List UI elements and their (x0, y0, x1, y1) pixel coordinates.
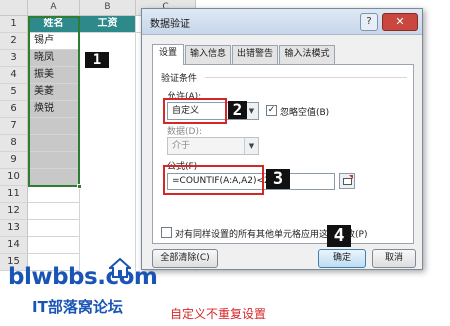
close-button[interactable]: ✕ (382, 13, 418, 31)
column-b-cells[interactable] (80, 33, 136, 271)
row-header[interactable]: 1 (0, 16, 28, 33)
help-button[interactable]: ? (360, 13, 378, 31)
row-header[interactable]: 2 (0, 33, 28, 50)
cell-a11[interactable] (28, 186, 80, 203)
cell-b1[interactable]: 工资 (80, 16, 136, 33)
data-select-value: 介于 (172, 141, 191, 151)
ignore-blank-checkbox[interactable]: ✓ (266, 105, 277, 116)
step-badge-3: 3 (266, 169, 290, 189)
dialog-title-bar[interactable]: 数据验证 ? ✕ (142, 9, 422, 35)
cell-a10[interactable] (28, 169, 80, 186)
cell-a3[interactable]: 晓凤 (28, 50, 80, 67)
data-select: 介于 ▼ (167, 137, 259, 155)
settings-panel: 验证条件 允许(A): 自定义 ▼ ✓ 忽略空值(B) 数据(D): 介于 ▼ … (152, 64, 414, 244)
column-header-b[interactable]: B (80, 0, 136, 16)
logo-domain: blwbbs.com (8, 264, 158, 290)
column-header-a[interactable]: A (28, 0, 80, 16)
cell-a9[interactable] (28, 152, 80, 169)
row-header[interactable]: 13 (0, 220, 28, 237)
data-label: 数据(D): (167, 127, 202, 137)
tab-input-message[interactable]: 输入信息 (185, 45, 231, 64)
range-select-icon[interactable] (339, 173, 355, 189)
data-validation-dialog: 数据验证 ? ✕ 设置 输入信息 出错警告 输入法模式 验证条件 允许(A): … (141, 8, 423, 270)
section-title: 验证条件 (161, 74, 198, 84)
ignore-blank-label: 忽略空值(B) (280, 108, 330, 118)
row-header[interactable]: 14 (0, 237, 28, 254)
cell-a2[interactable]: 锡卢 (28, 33, 80, 50)
apply-all-checkbox[interactable] (161, 227, 172, 238)
select-all-corner[interactable] (0, 0, 28, 16)
step-badge-4: 4 (327, 225, 351, 247)
row-header[interactable]: 9 (0, 152, 28, 169)
cell[interactable] (28, 203, 80, 220)
row-header[interactable]: 5 (0, 84, 28, 101)
formula-label: 公式(F) (167, 162, 198, 172)
row-header[interactable]: 10 (0, 169, 28, 186)
cell-a4[interactable]: 振美 (28, 67, 80, 84)
step-badge-1: 1 (85, 52, 109, 68)
row-header[interactable]: 3 (0, 50, 28, 67)
chevron-down-icon: ▼ (244, 138, 258, 154)
tab-ime-mode[interactable]: 输入法模式 (279, 45, 335, 64)
row-header[interactable]: 6 (0, 101, 28, 118)
house-icon (109, 258, 131, 278)
cell-a5[interactable]: 美菱 (28, 84, 80, 101)
row-header[interactable]: 11 (0, 186, 28, 203)
caption: 自定义不重复设置 (170, 307, 267, 321)
cell[interactable] (28, 237, 80, 254)
cancel-button[interactable]: 取消 (372, 249, 416, 268)
cell-a1[interactable]: 姓名 (28, 16, 80, 33)
tab-settings[interactable]: 设置 (152, 44, 184, 65)
allow-select-value: 自定义 (172, 106, 200, 116)
dialog-title: 数据验证 (150, 19, 190, 30)
tab-error-alert[interactable]: 出错警告 (232, 45, 278, 64)
ok-button[interactable]: 确定 (318, 249, 366, 268)
fill-handle[interactable] (77, 184, 82, 189)
cell-a6[interactable]: 焕锐 (28, 101, 80, 118)
cell[interactable] (28, 220, 80, 237)
cell-a8[interactable] (28, 135, 80, 152)
row-header[interactable]: 7 (0, 118, 28, 135)
cell-a7[interactable] (28, 118, 80, 135)
allow-label: 允许(A): (167, 92, 202, 102)
row-header[interactable]: 12 (0, 203, 28, 220)
row-header[interactable]: 8 (0, 135, 28, 152)
step-badge-2: 2 (228, 101, 247, 119)
formula-input[interactable]: =COUNTIF(A:A,A2)<2 (167, 173, 335, 190)
site-logo: blwbbs.com IT部落窝论坛 (8, 258, 158, 322)
section-divider (205, 77, 407, 78)
clear-all-button[interactable]: 全部清除(C) (152, 249, 218, 268)
logo-site-name: IT部落窝论坛 (32, 298, 123, 316)
row-header[interactable]: 4 (0, 67, 28, 84)
